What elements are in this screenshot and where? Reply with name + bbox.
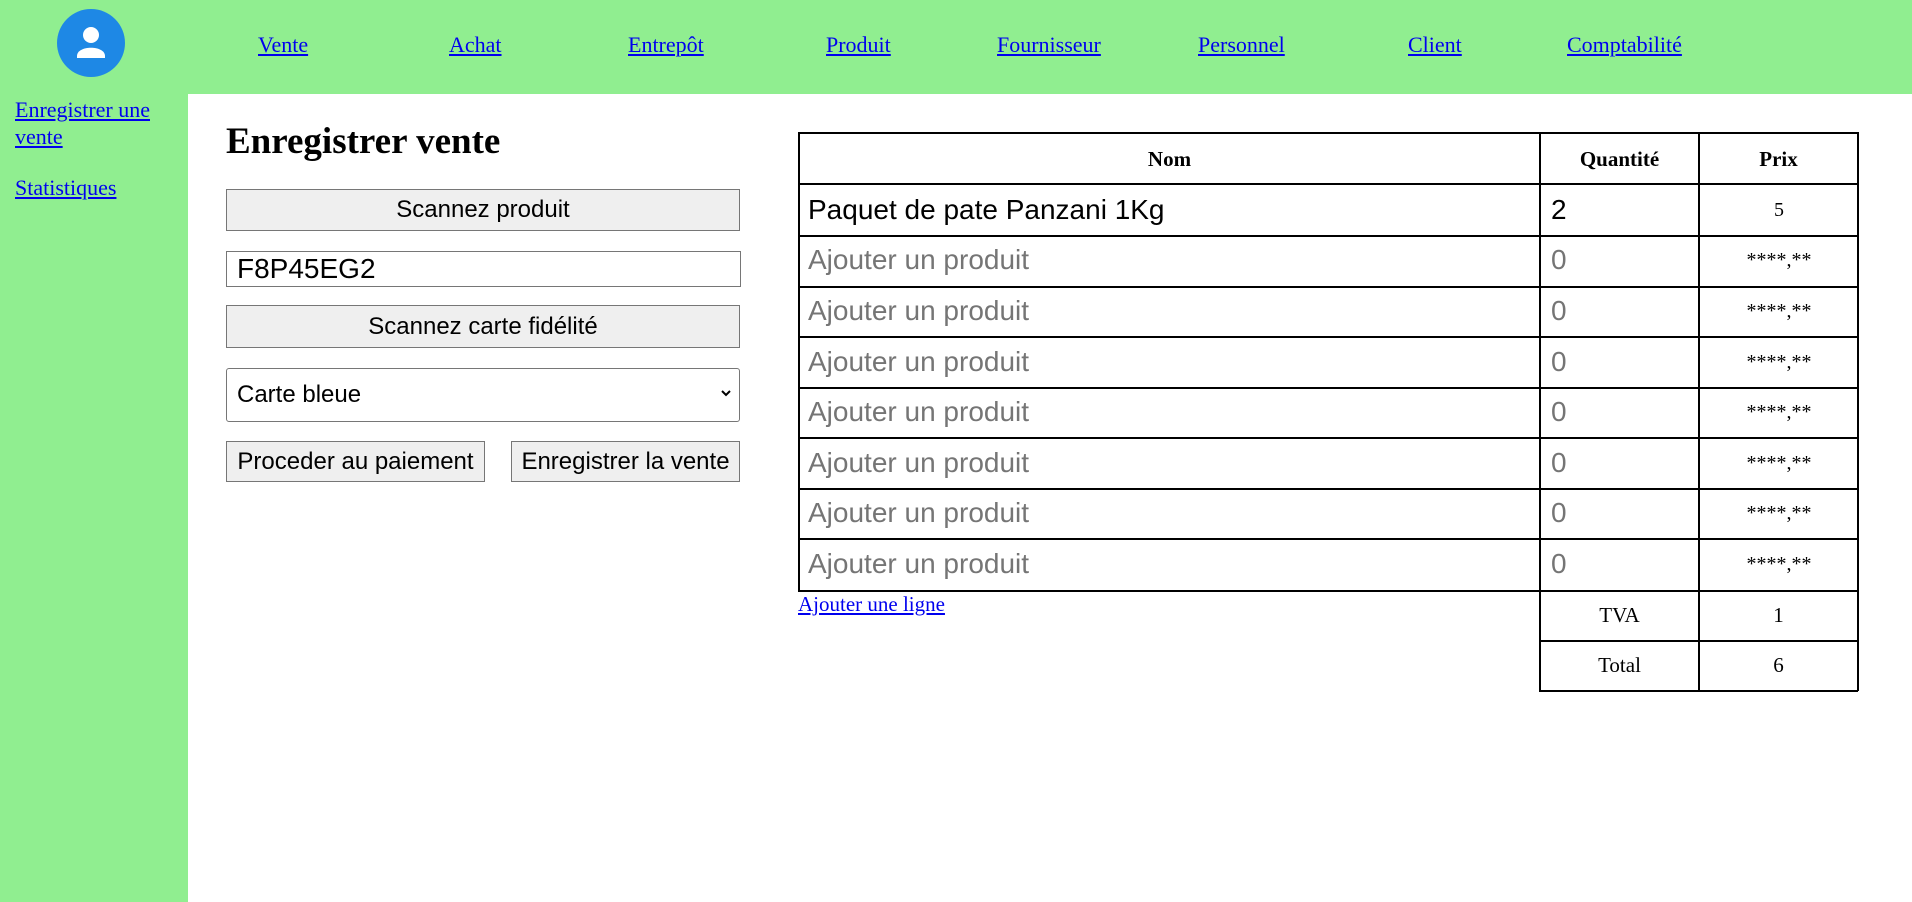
- column-header-prix: Prix: [1759, 147, 1798, 171]
- table-border: [1539, 132, 1541, 591]
- product-code-input[interactable]: F8P45EG2: [226, 251, 741, 287]
- row-4-quantity[interactable]: 0: [1551, 345, 1567, 379]
- row-6-price: ****,**: [1746, 452, 1812, 474]
- row-1-product-name[interactable]: Paquet de pate Panzani 1Kg: [808, 193, 1165, 227]
- table-border: [798, 235, 1859, 237]
- row-7-product-name[interactable]: Ajouter un produit: [808, 496, 1029, 530]
- row-4-price: ****,**: [1746, 351, 1812, 373]
- row-6-quantity[interactable]: 0: [1551, 446, 1567, 480]
- table-border: [798, 183, 1859, 185]
- row-3-product-name[interactable]: Ajouter un produit: [808, 294, 1029, 328]
- row-5-price: ****,**: [1746, 401, 1812, 423]
- scan-product-button[interactable]: Scannez produit: [226, 189, 740, 231]
- tva-label: TVA: [1599, 603, 1640, 627]
- chevron-down-icon: [721, 390, 731, 397]
- payment-method-value: Carte bleue: [237, 381, 362, 408]
- row-5-quantity[interactable]: 0: [1551, 395, 1567, 429]
- page-title: Enregistrer vente: [226, 121, 501, 162]
- user-silhouette-icon: [77, 27, 105, 58]
- row-3-quantity[interactable]: 0: [1551, 294, 1567, 328]
- nav-achat[interactable]: Achat: [449, 32, 502, 58]
- column-header-quantite: Quantité: [1579, 147, 1660, 171]
- row-6-product-name[interactable]: Ajouter un produit: [808, 446, 1029, 480]
- nav-vente[interactable]: Vente: [258, 32, 308, 58]
- table-border: [798, 132, 1859, 134]
- row-8-quantity[interactable]: 0: [1551, 547, 1567, 581]
- row-2-product-name[interactable]: Ajouter un produit: [808, 243, 1029, 277]
- sidebar: Enregistrer une vente Statistiques: [0, 94, 188, 902]
- table-border: [798, 488, 1859, 490]
- row-1-quantity[interactable]: 2: [1551, 193, 1567, 227]
- row-2-quantity[interactable]: 0: [1551, 243, 1567, 277]
- nav-comptabilite[interactable]: Comptabilité: [1567, 32, 1682, 58]
- total-label: Total: [1598, 653, 1641, 677]
- table-border: [798, 538, 1859, 540]
- sidebar-item-enregistrer-vente[interactable]: Enregistrer une vente: [15, 96, 175, 150]
- row-3-price: ****,**: [1746, 300, 1812, 322]
- add-line-link[interactable]: Ajouter une ligne: [798, 591, 945, 617]
- row-4-product-name[interactable]: Ajouter un produit: [808, 345, 1029, 379]
- table-border: [798, 590, 1859, 592]
- tva-value: 1: [1773, 603, 1784, 627]
- total-value: 6: [1773, 653, 1784, 677]
- table-border: [798, 336, 1859, 338]
- row-8-product-name[interactable]: Ajouter un produit: [808, 547, 1029, 581]
- row-2-price: ****,**: [1746, 249, 1812, 271]
- proceed-payment-button[interactable]: Proceder au paiement: [226, 441, 485, 482]
- column-header-nom: Nom: [1147, 147, 1192, 171]
- table-border: [798, 286, 1859, 288]
- table-border: [798, 437, 1859, 439]
- save-sale-button[interactable]: Enregistrer la vente: [511, 441, 740, 482]
- nav-personnel[interactable]: Personnel: [1198, 32, 1285, 58]
- sidebar-item-statistiques[interactable]: Statistiques: [15, 174, 116, 201]
- scan-loyalty-card-button[interactable]: Scannez carte fidélité: [226, 305, 740, 348]
- row-7-quantity[interactable]: 0: [1551, 496, 1567, 530]
- row-8-price: ****,**: [1746, 553, 1812, 575]
- row-1-price: 5: [1774, 199, 1784, 221]
- user-avatar-icon[interactable]: [57, 9, 125, 77]
- top-navbar: Vente Achat Entrepôt Produit Fournisseur…: [0, 0, 1912, 94]
- table-border: [1539, 640, 1858, 642]
- table-border: [1539, 690, 1858, 692]
- nav-client[interactable]: Client: [1408, 32, 1462, 58]
- table-border: [798, 132, 800, 591]
- row-7-price: ****,**: [1746, 502, 1812, 524]
- nav-entrepot[interactable]: Entrepôt: [628, 32, 704, 58]
- table-border: [798, 387, 1859, 389]
- nav-produit[interactable]: Produit: [826, 32, 891, 58]
- nav-fournisseur[interactable]: Fournisseur: [997, 32, 1101, 58]
- row-5-product-name[interactable]: Ajouter un produit: [808, 395, 1029, 429]
- payment-method-select[interactable]: Carte bleue: [226, 368, 740, 422]
